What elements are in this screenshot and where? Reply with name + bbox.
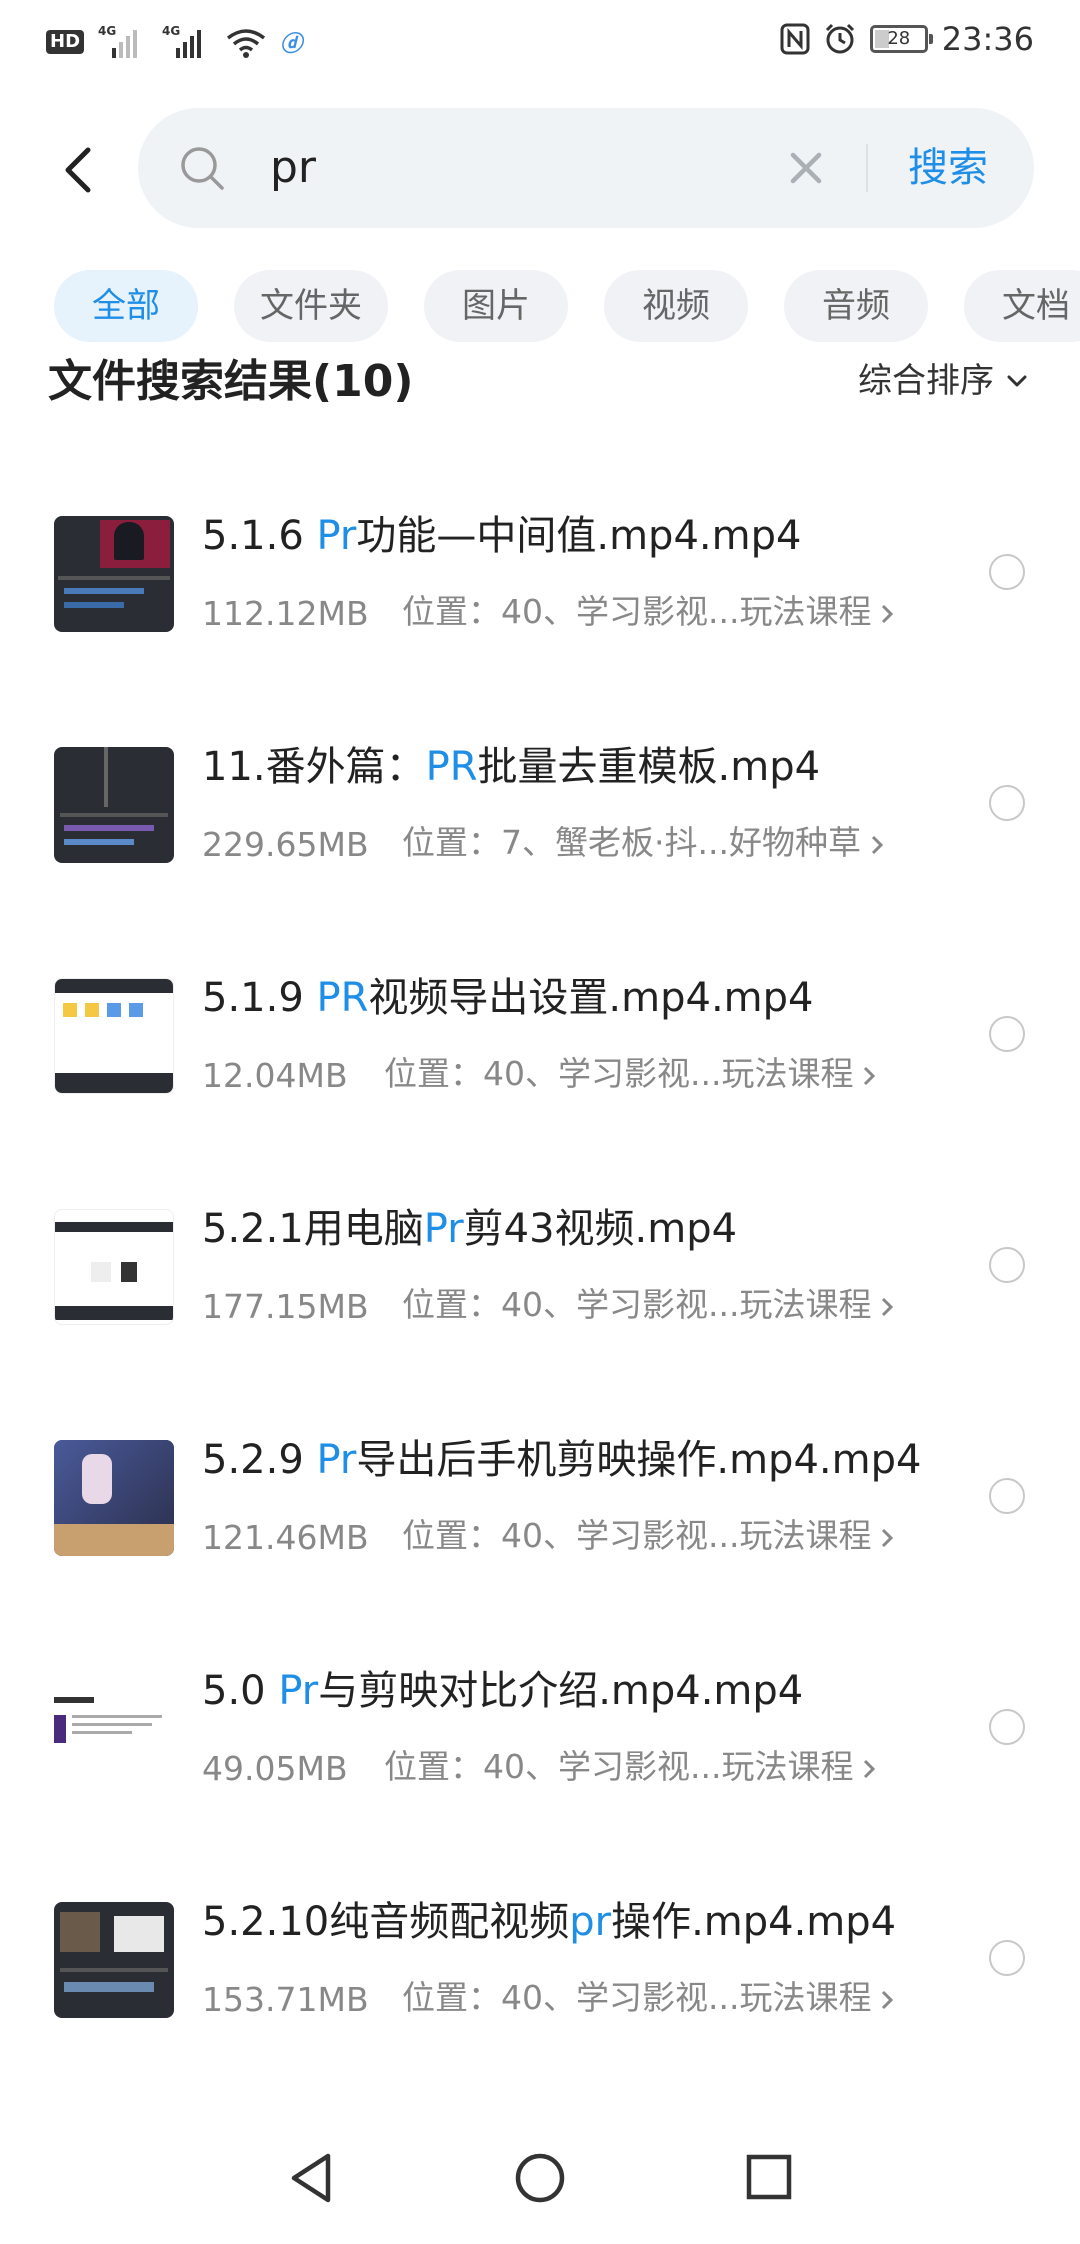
select-radio[interactable]	[989, 554, 1025, 590]
select-radio[interactable]	[989, 785, 1025, 821]
file-location[interactable]: 位置：40、学习影视...玩法课程	[402, 1976, 897, 2020]
file-size: 229.65MB	[202, 825, 369, 864]
clock: 23:36	[941, 20, 1034, 58]
video-thumbnail	[54, 516, 174, 632]
file-name: 5.2.1用电脑Pr剪43视频.mp4	[202, 1206, 738, 1252]
video-thumbnail	[54, 978, 174, 1094]
list-item[interactable]: 5.2.9 Pr导出后手机剪映操作.mp4.mp4 121.46MB 位置：40…	[0, 1386, 1080, 1617]
video-thumbnail	[54, 747, 174, 863]
file-name: 5.2.10纯音频配视频pr操作.mp4.mp4	[202, 1899, 897, 1945]
chevron-right-icon	[882, 604, 894, 623]
wifi-icon	[226, 29, 266, 58]
alarm-icon	[825, 23, 854, 54]
filter-chip-image[interactable]: 图片	[424, 270, 568, 342]
list-item[interactable]: 5.2.1用电脑Pr剪43视频.mp4 177.15MB 位置：40、学习影视.…	[0, 1155, 1080, 1386]
clear-icon[interactable]	[788, 150, 824, 186]
filter-chip-video[interactable]: 视频	[604, 270, 748, 342]
chevron-right-icon	[871, 835, 884, 854]
chevron-right-icon	[864, 1066, 876, 1085]
file-size: 177.15MB	[202, 1287, 369, 1326]
search-bar[interactable]: pr 搜索	[138, 108, 1034, 228]
select-radio[interactable]	[989, 1709, 1025, 1745]
file-location[interactable]: 位置：40、学习影视...玩法课程	[384, 1052, 879, 1096]
video-thumbnail	[54, 1440, 174, 1556]
list-item[interactable]: 5.0 Pr与剪映对比介绍.mp4.mp4 49.05MB 位置：40、学习影视…	[0, 1617, 1080, 1848]
nav-recent-icon[interactable]	[746, 2154, 792, 2200]
filter-chip-all[interactable]: 全部	[54, 270, 198, 342]
status-left: HD 4G 4G ⓓ	[46, 24, 303, 58]
nav-back-icon[interactable]	[286, 2150, 336, 2206]
search-icon	[181, 147, 224, 190]
file-location[interactable]: 位置：40、学习影视...玩法课程	[402, 1514, 897, 1558]
filter-tabs: 全部 文件夹 图片 视频 音频 文档	[54, 270, 1080, 342]
chevron-right-icon	[882, 1990, 894, 2009]
chevron-right-icon	[864, 1759, 876, 1778]
sort-label: 综合排序	[858, 361, 994, 401]
select-radio[interactable]	[989, 1016, 1025, 1052]
search-divider	[866, 144, 868, 192]
file-list: 5.1.6 Pr功能—中间值.mp4.mp4 112.12MB 位置：40、学习…	[0, 462, 1080, 2079]
list-item[interactable]: 5.2.10纯音频配视频pr操作.mp4.mp4 153.71MB 位置：40、…	[0, 1848, 1080, 2079]
filter-chip-folder[interactable]: 文件夹	[234, 270, 388, 342]
filter-chip-audio[interactable]: 音频	[784, 270, 928, 342]
nav-home-icon[interactable]	[514, 2152, 566, 2204]
chevron-down-icon	[1007, 375, 1027, 387]
search-input[interactable]: pr	[270, 138, 316, 198]
navigation-bar	[0, 2120, 1080, 2244]
file-name: 5.1.9 PR视频导出设置.mp4.mp4	[202, 975, 814, 1021]
file-location[interactable]: 位置：40、学习影视...玩法课程	[402, 1283, 897, 1327]
file-size: 112.12MB	[202, 594, 369, 633]
video-thumbnail	[54, 1671, 174, 1787]
search-button[interactable]: 搜索	[908, 138, 988, 198]
chevron-right-icon	[882, 1297, 894, 1316]
list-item[interactable]: 5.1.6 Pr功能—中间值.mp4.mp4 112.12MB 位置：40、学习…	[0, 462, 1080, 693]
select-radio[interactable]	[989, 1940, 1025, 1976]
signal-icon-2: 4G	[162, 24, 212, 58]
battery-level: 28	[887, 28, 911, 49]
video-thumbnail	[54, 1209, 174, 1325]
file-size: 153.71MB	[202, 1980, 369, 2019]
select-radio[interactable]	[989, 1247, 1025, 1283]
list-item[interactable]: 5.1.9 PR视频导出设置.mp4.mp4 12.04MB 位置：40、学习影…	[0, 924, 1080, 1155]
file-name: 5.2.9 Pr导出后手机剪映操作.mp4.mp4	[202, 1437, 922, 1483]
file-name: 5.0 Pr与剪映对比介绍.mp4.mp4	[202, 1668, 804, 1714]
file-size: 12.04MB	[202, 1056, 348, 1095]
back-arrow-icon[interactable]	[54, 140, 104, 200]
video-thumbnail	[54, 1902, 174, 2018]
file-name: 11.番外篇：PR批量去重模板.mp4	[202, 744, 821, 790]
status-bar: HD 4G 4G ⓓ 28 23:36	[0, 0, 1080, 84]
battery-icon: 28	[869, 25, 933, 53]
app-notification-icon: ⓓ	[280, 32, 303, 57]
file-size: 121.46MB	[202, 1518, 369, 1557]
file-location[interactable]: 位置：40、学习影视...玩法课程	[402, 590, 897, 634]
status-right: 28 23:36	[780, 20, 1034, 58]
file-size: 49.05MB	[202, 1749, 348, 1788]
list-item[interactable]: 11.番外篇：PR批量去重模板.mp4 229.65MB 位置：7、蟹老板·抖.…	[0, 693, 1080, 924]
nfc-icon	[780, 23, 810, 55]
hd-badge: HD	[46, 30, 85, 54]
chevron-right-icon	[882, 1528, 894, 1547]
file-location[interactable]: 位置：7、蟹老板·抖...好物种草	[402, 821, 887, 865]
filter-chip-document[interactable]: 文档	[964, 270, 1080, 342]
file-location[interactable]: 位置：40、学习影视...玩法课程	[384, 1745, 879, 1789]
select-radio[interactable]	[989, 1478, 1025, 1514]
results-title: 文件搜索结果(10)	[48, 356, 414, 407]
file-name: 5.1.6 Pr功能—中间值.mp4.mp4	[202, 513, 802, 559]
signal-icon: 4G	[98, 24, 148, 58]
sort-dropdown[interactable]: 综合排序	[858, 356, 1030, 406]
